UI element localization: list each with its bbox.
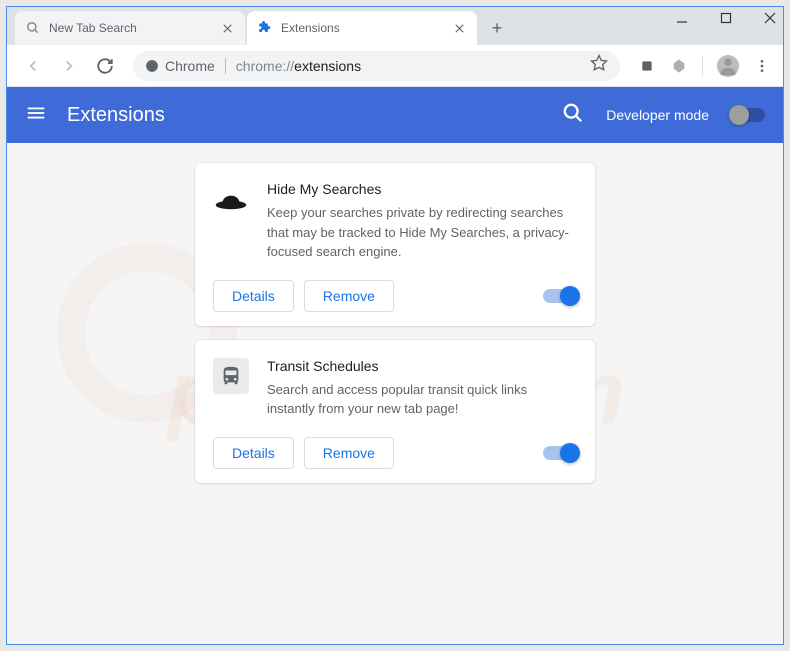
remove-button[interactable]: Remove bbox=[304, 280, 394, 312]
divider bbox=[225, 58, 226, 74]
close-tab-icon[interactable] bbox=[219, 20, 235, 36]
close-tab-icon[interactable] bbox=[451, 20, 467, 36]
extension-name: Transit Schedules bbox=[267, 358, 577, 374]
bookmark-star-icon[interactable] bbox=[590, 54, 608, 77]
app-bar-actions: Developer mode bbox=[562, 102, 765, 129]
url-display: chrome://extensions bbox=[236, 58, 361, 74]
hat-icon bbox=[213, 181, 249, 217]
developer-mode-label: Developer mode bbox=[606, 107, 709, 123]
extension-footer: Details Remove bbox=[213, 437, 577, 469]
extension-card: Transit Schedules Search and access popu… bbox=[195, 340, 595, 483]
extension-enable-toggle[interactable] bbox=[543, 446, 577, 460]
search-favicon bbox=[25, 20, 41, 36]
tab-title: Extensions bbox=[281, 21, 451, 35]
toggle-knob bbox=[729, 105, 749, 125]
extension-info: Hide My Searches Keep your searches priv… bbox=[267, 181, 577, 262]
extension-header: Hide My Searches Keep your searches priv… bbox=[213, 181, 577, 262]
toolbar-separator bbox=[702, 56, 703, 76]
extension-favicon bbox=[257, 20, 273, 36]
tab-bar: New Tab Search Extensions + bbox=[7, 7, 783, 45]
profile-avatar[interactable] bbox=[717, 55, 739, 77]
menu-dots-icon[interactable] bbox=[753, 57, 771, 75]
extension-footer: Details Remove bbox=[213, 280, 577, 312]
extension-info: Transit Schedules Search and access popu… bbox=[267, 358, 577, 419]
address-bar: Chrome chrome://extensions bbox=[7, 45, 783, 87]
chrome-icon bbox=[145, 59, 159, 73]
browser-tab-active[interactable]: Extensions bbox=[247, 11, 477, 45]
details-button[interactable]: Details bbox=[213, 280, 294, 312]
window-controls bbox=[674, 10, 778, 26]
extensions-content: pcrisk.com Hide My Searches Keep your se… bbox=[7, 143, 783, 644]
developer-mode-toggle[interactable] bbox=[731, 108, 765, 122]
reload-button[interactable] bbox=[91, 52, 119, 80]
extension-header: Transit Schedules Search and access popu… bbox=[213, 358, 577, 419]
toggle-knob bbox=[560, 286, 580, 306]
extension-name: Hide My Searches bbox=[267, 181, 577, 197]
page-title: Extensions bbox=[67, 104, 562, 127]
extension-card: Hide My Searches Keep your searches priv… bbox=[195, 163, 595, 326]
extension-icon[interactable] bbox=[638, 57, 656, 75]
hamburger-menu-icon[interactable] bbox=[25, 102, 47, 129]
forward-button[interactable] bbox=[55, 52, 83, 80]
extensions-app-bar: Extensions Developer mode bbox=[7, 87, 783, 143]
search-icon[interactable] bbox=[562, 102, 584, 129]
browser-tab[interactable]: New Tab Search bbox=[15, 11, 245, 45]
tab-title: New Tab Search bbox=[49, 21, 219, 35]
omnibox[interactable]: Chrome chrome://extensions bbox=[133, 51, 620, 81]
remove-button[interactable]: Remove bbox=[304, 437, 394, 469]
browser-window: New Tab Search Extensions + bbox=[6, 6, 784, 645]
close-window-button[interactable] bbox=[762, 10, 778, 26]
extension-icon-2[interactable] bbox=[670, 57, 688, 75]
extension-description: Keep your searches private by redirectin… bbox=[267, 203, 577, 262]
extension-description: Search and access popular transit quick … bbox=[267, 380, 577, 419]
new-tab-button[interactable]: + bbox=[483, 14, 511, 42]
back-button[interactable] bbox=[19, 52, 47, 80]
bus-icon bbox=[213, 358, 249, 394]
details-button[interactable]: Details bbox=[213, 437, 294, 469]
toolbar-icons bbox=[634, 55, 771, 77]
toggle-knob bbox=[560, 443, 580, 463]
minimize-button[interactable] bbox=[674, 10, 690, 26]
maximize-button[interactable] bbox=[718, 10, 734, 26]
extension-enable-toggle[interactable] bbox=[543, 289, 577, 303]
site-info-chip[interactable]: Chrome bbox=[145, 58, 215, 74]
site-label: Chrome bbox=[165, 58, 215, 74]
